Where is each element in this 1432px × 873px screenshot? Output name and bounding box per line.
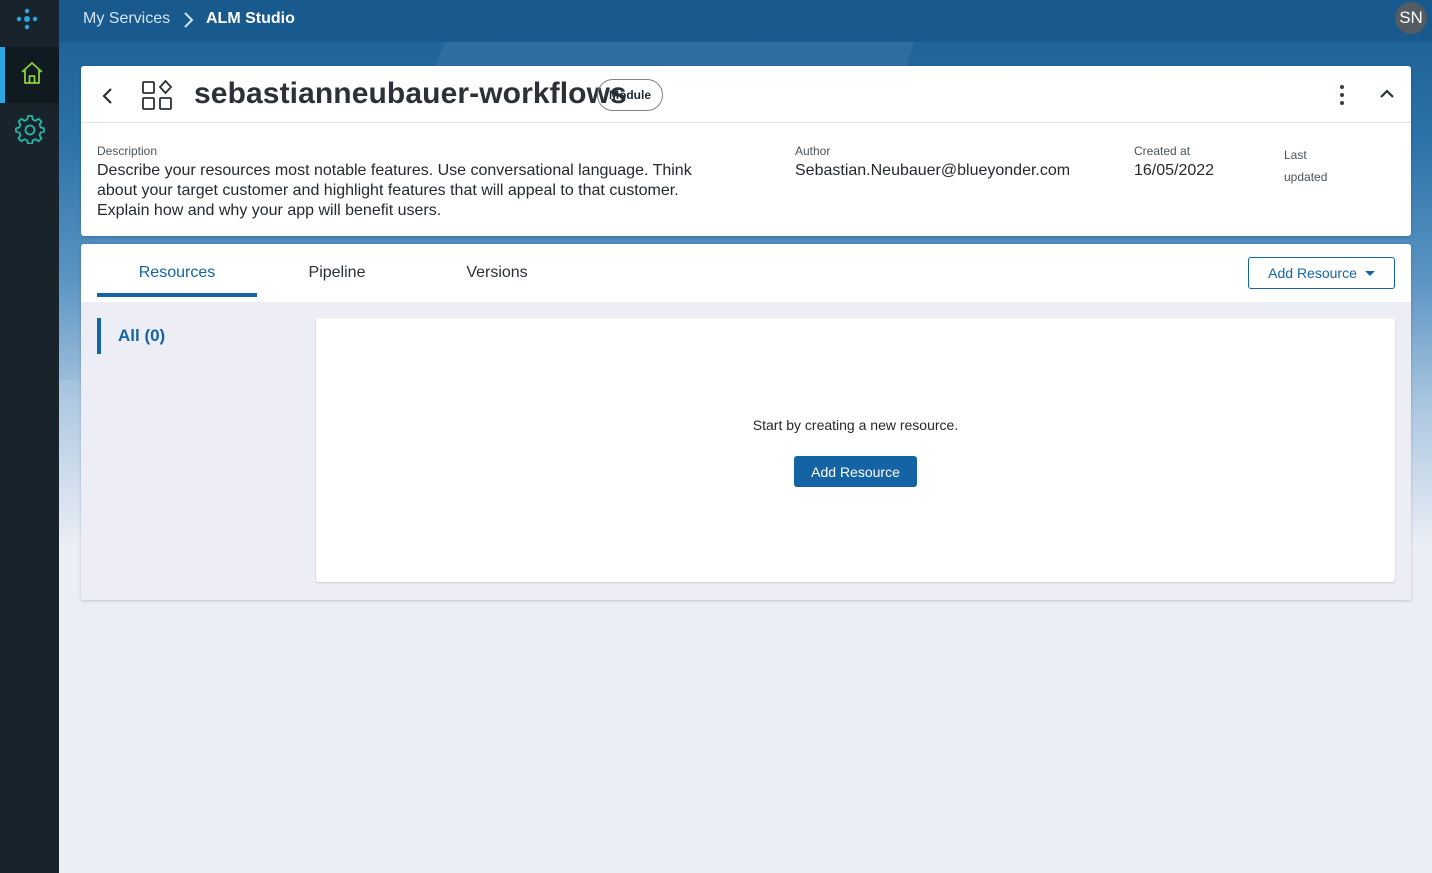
home-icon (19, 60, 45, 91)
resources-card: Resources Pipeline Versions Add Resource… (81, 244, 1411, 600)
breadcrumb-current: ALM Studio (206, 10, 295, 27)
nav-settings[interactable] (0, 103, 59, 159)
updated-label: Last updated (1284, 148, 1328, 184)
description-text: Describe your resources most notable fea… (97, 162, 692, 219)
created-value: 16/05/2022 (1134, 162, 1215, 179)
empty-state-message: Start by creating a new resource. (752, 417, 959, 433)
add-resource-dropdown-button[interactable]: Add Resource (1248, 257, 1395, 289)
header-divider (81, 122, 1411, 123)
chevron-up-icon[interactable] (1377, 84, 1397, 104)
module-badge: Module (597, 79, 663, 111)
tab-pipeline[interactable]: Pipeline (257, 264, 417, 282)
page-title: sebastianneubauer-workflows (194, 77, 627, 110)
module-header-card: sebastianneubauer-workflows Module Descr… (81, 66, 1411, 236)
author-value: Sebastian.Neubauer@blueyonder.com (795, 162, 1071, 179)
nav-home[interactable] (0, 47, 59, 103)
avatar[interactable]: SN (1395, 2, 1427, 34)
add-resource-dropdown-label: Add Resource (1268, 265, 1357, 281)
tab-resources[interactable]: Resources (97, 264, 257, 282)
module-icon (141, 79, 173, 111)
tab-versions[interactable]: Versions (417, 264, 577, 282)
more-options-icon[interactable] (1334, 84, 1350, 106)
tab-bar: Resources Pipeline Versions Add Resource (81, 244, 1411, 302)
created-label: Created at (1134, 144, 1191, 158)
side-rail (0, 0, 59, 873)
description-label: Description (97, 144, 158, 158)
app-logo-icon[interactable] (14, 6, 40, 32)
filter-all[interactable]: All (0) (97, 318, 165, 354)
top-bar: My Services ALM Studio SN (59, 0, 1432, 42)
gear-icon (14, 114, 45, 149)
back-arrow-icon[interactable] (99, 84, 115, 108)
add-resource-button[interactable]: Add Resource (794, 456, 917, 487)
breadcrumb-my-services[interactable]: My Services (83, 10, 170, 28)
active-tab-indicator (97, 293, 257, 297)
empty-state-panel: Start by creating a new resource. Add Re… (316, 318, 1395, 582)
author-label: Author (795, 144, 831, 158)
caret-down-icon (1364, 270, 1375, 276)
chevron-right-icon (182, 11, 194, 29)
